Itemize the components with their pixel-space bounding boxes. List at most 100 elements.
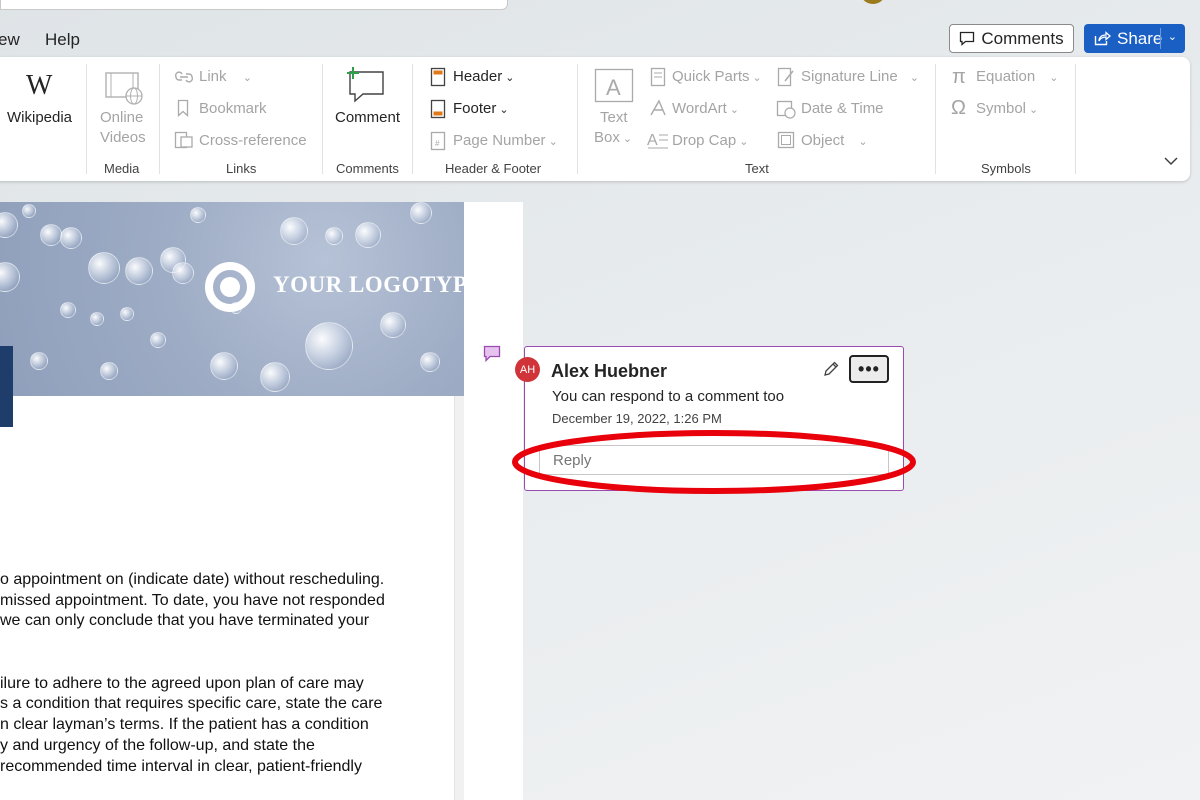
new-comment-icon [347, 67, 384, 103]
text-box-label-2-text: Box [594, 129, 620, 146]
object-label: Object [801, 132, 845, 149]
chevron-down-icon: ⌄ [858, 136, 868, 148]
text-box-label-2[interactable]: Box ⌄ [594, 129, 632, 146]
comment-button[interactable]: Comment [335, 109, 400, 126]
body-text-line[interactable]: we can only conclude that you have termi… [0, 612, 369, 630]
menu-tab-review[interactable]: ew [0, 30, 20, 50]
symbol-button[interactable]: Symbol ⌄ [976, 100, 1038, 117]
search-box[interactable] [0, 0, 508, 10]
share-divider [1160, 28, 1161, 49]
group-label-text: Text [745, 161, 769, 176]
link-label: Link [199, 68, 227, 85]
wordart-label: WordArt [672, 100, 727, 117]
share-icon [1094, 31, 1111, 46]
body-text-line[interactable]: recommended time interval in clear, pati… [0, 758, 362, 776]
group-divider [935, 64, 936, 174]
edit-pencil-icon[interactable] [822, 360, 840, 378]
text-box-label-1[interactable]: Text [600, 109, 628, 126]
comments-button-label: Comments [981, 28, 1064, 48]
symbol-label: Symbol [976, 100, 1027, 117]
equation-button[interactable]: Equation ⌄ [976, 68, 1058, 85]
comment-author-avatar: AH [515, 357, 540, 382]
header-icon [430, 67, 446, 87]
header-label: Header [453, 68, 503, 85]
body-text-line[interactable]: s a condition that requires specific car… [0, 695, 382, 713]
date-time-button[interactable]: Date & Time [801, 100, 884, 117]
drop-cap-icon: A [647, 132, 668, 149]
online-videos-label-2[interactable]: Videos [100, 129, 146, 146]
link-button[interactable]: Link ⌄ [199, 68, 252, 85]
page-number-icon: # [430, 131, 446, 151]
group-divider [322, 64, 323, 174]
wikipedia-button[interactable]: Wikipedia [7, 109, 72, 126]
page-margin [454, 396, 464, 800]
body-text-line[interactable]: missed appointment. To date, you have no… [0, 592, 385, 610]
share-button-label: Share [1117, 28, 1163, 48]
more-actions-button[interactable]: ••• [849, 355, 889, 383]
group-label-media: Media [104, 161, 140, 176]
body-text-line[interactable]: y and urgency of the follow-up, and stat… [0, 737, 315, 755]
footer-button[interactable]: Footer ⌄ [453, 100, 509, 117]
signature-line-icon [777, 67, 794, 87]
chevron-down-icon: ⌄ [752, 72, 762, 84]
comment-timestamp: December 19, 2022, 1:26 PM [552, 411, 722, 426]
logotype: YOUR LOGOTYPE [273, 272, 484, 297]
page-number-button[interactable]: Page Number ⌄ [453, 132, 558, 149]
chevron-down-icon: ⌄ [548, 136, 558, 148]
chevron-down-icon: ⌄ [1029, 104, 1039, 116]
text-box-icon: A [594, 68, 634, 103]
equation-label: Equation [976, 68, 1036, 85]
cross-reference-icon [174, 131, 193, 149]
chevron-down-icon: ⌄ [499, 104, 509, 116]
symbol-icon: Ω [951, 97, 966, 119]
chevron-down-icon: ⌄ [729, 104, 739, 116]
object-button[interactable]: Object ⌄ [801, 132, 868, 149]
comment-marker-icon[interactable] [483, 345, 501, 363]
group-label-symbols: Symbols [981, 161, 1031, 176]
chevron-down-icon: ⌄ [622, 133, 633, 145]
quick-parts-label: Quick Parts [672, 68, 750, 85]
body-text-line[interactable]: n clear layman’s terms. If the patient h… [0, 716, 369, 734]
group-label-links: Links [226, 161, 257, 176]
header-button[interactable]: Header ⌄ [453, 68, 514, 85]
body-text-line[interactable]: o appointment on (indicate date) without… [0, 571, 384, 589]
drop-cap-button[interactable]: Drop Cap ⌄ [672, 132, 748, 149]
svg-text:A: A [606, 75, 621, 100]
bookmark-button[interactable]: Bookmark [199, 100, 267, 117]
quick-parts-icon [650, 67, 666, 87]
comment-icon [960, 31, 975, 46]
signature-line-button[interactable]: Signature Line ⌄ [801, 68, 919, 85]
wordart-button[interactable]: WordArt ⌄ [672, 100, 739, 117]
quick-parts-button[interactable]: Quick Parts ⌄ [672, 68, 762, 85]
wordart-icon [650, 99, 666, 116]
share-button[interactable]: Share ⌄ [1084, 24, 1185, 53]
signature-line-label: Signature Line [801, 68, 898, 85]
chevron-down-icon: ⌄ [739, 136, 749, 148]
group-divider [412, 64, 413, 174]
bookmark-icon [177, 99, 189, 117]
group-divider [1075, 64, 1076, 174]
body-text-line[interactable]: ilure to adhere to the agreed upon plan … [0, 675, 364, 693]
page-number-label: Page Number [453, 132, 546, 149]
object-icon [777, 131, 795, 149]
group-divider [159, 64, 160, 174]
equation-icon: π [952, 66, 966, 88]
comment-text: You can respond to a comment too [552, 388, 785, 405]
chevron-down-icon: ⌄ [909, 72, 919, 84]
chevron-down-icon[interactable]: ⌄ [1168, 30, 1177, 43]
group-divider [86, 64, 87, 174]
menu-tab-help[interactable]: Help [45, 30, 80, 50]
comment-author: Alex Huebner [551, 361, 668, 381]
ribbon-expand-icon[interactable] [1163, 155, 1179, 167]
svg-text:#: # [435, 139, 440, 148]
date-time-icon [776, 100, 796, 119]
comments-button[interactable]: Comments [949, 24, 1074, 53]
banner-accent-bar [0, 346, 13, 427]
logo-mark [205, 262, 255, 312]
link-icon [174, 71, 194, 83]
online-videos-label-1[interactable]: Online [100, 109, 143, 126]
drop-cap-label: Drop Cap [672, 132, 737, 149]
cross-reference-button[interactable]: Cross-reference [199, 132, 307, 149]
wikipedia-icon[interactable]: W [26, 70, 52, 102]
online-videos-icon [105, 72, 143, 105]
